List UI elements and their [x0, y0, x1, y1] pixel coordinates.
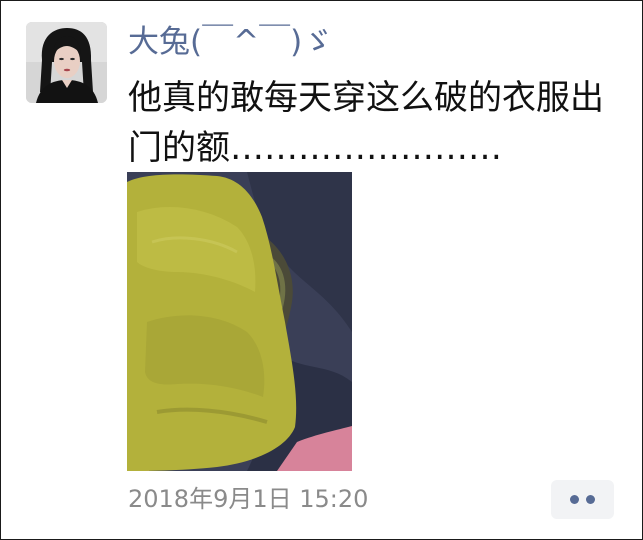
- two-dots-icon-second-dot: [586, 495, 595, 504]
- avatar[interactable]: [26, 22, 107, 103]
- photo-image: [127, 172, 352, 471]
- moments-post: 大兔(￣^￣)ゞ 他真的敢每天穿这么破的衣服出门的额…………………… 2018年…: [0, 0, 643, 540]
- post-text: 他真的敢每天穿这么破的衣服出门的额……………………: [128, 78, 604, 168]
- two-dots-icon: [570, 495, 579, 504]
- author-nickname[interactable]: 大兔(￣^￣)ゞ: [128, 20, 333, 64]
- avatar-image: [26, 22, 107, 103]
- more-actions-button[interactable]: [551, 480, 614, 519]
- post-timestamp: 2018年9月1日 15:20: [128, 485, 369, 513]
- post-photo[interactable]: [127, 172, 352, 471]
